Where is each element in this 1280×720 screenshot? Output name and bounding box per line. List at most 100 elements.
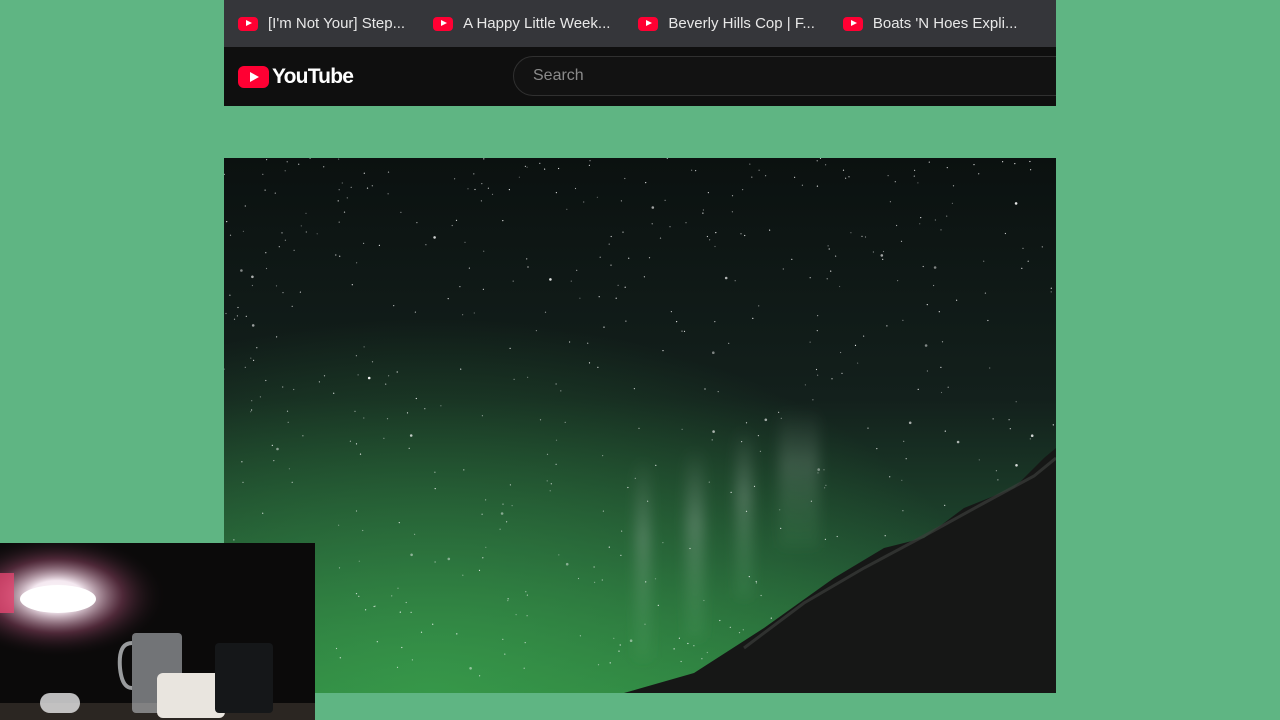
star xyxy=(622,231,624,233)
youtube-logo-text: YouTube xyxy=(272,64,354,88)
star xyxy=(288,468,290,470)
star xyxy=(401,646,403,649)
bookmark-2[interactable]: A Happy Little Week... xyxy=(433,8,638,40)
star xyxy=(244,366,246,368)
star xyxy=(351,284,353,286)
star xyxy=(276,447,279,451)
star xyxy=(839,285,841,288)
star xyxy=(259,396,261,398)
star xyxy=(598,296,600,298)
star xyxy=(549,278,552,281)
youtube-favicon-icon xyxy=(842,16,863,31)
star xyxy=(782,268,784,270)
star xyxy=(624,286,626,288)
star xyxy=(831,378,833,380)
star xyxy=(825,484,827,486)
star xyxy=(928,161,930,163)
star xyxy=(527,266,529,268)
star xyxy=(299,291,301,293)
star xyxy=(366,187,369,189)
star xyxy=(917,388,919,390)
bookmark-3[interactable]: Beverly Hills Cop | F... xyxy=(638,8,842,40)
star xyxy=(420,631,423,633)
webcam-overlay xyxy=(0,543,315,720)
star xyxy=(748,576,750,578)
star xyxy=(499,528,501,530)
star xyxy=(924,344,928,347)
star xyxy=(456,633,458,635)
star xyxy=(355,355,357,357)
star xyxy=(742,189,744,191)
star xyxy=(485,546,487,548)
star xyxy=(848,176,850,178)
star xyxy=(956,299,958,301)
star xyxy=(648,257,651,259)
star xyxy=(526,166,528,168)
star xyxy=(527,376,529,378)
star xyxy=(978,173,980,175)
star xyxy=(941,341,944,343)
star xyxy=(628,257,630,259)
star xyxy=(651,206,655,209)
star xyxy=(511,505,513,507)
star xyxy=(354,410,356,412)
star xyxy=(729,626,731,628)
bookmark-4[interactable]: Boats 'N Hoes Expli... xyxy=(842,8,1046,40)
webcam-feed-image xyxy=(0,543,315,720)
star xyxy=(913,175,915,177)
star xyxy=(343,211,346,213)
star xyxy=(933,284,935,287)
star xyxy=(760,594,762,597)
star xyxy=(951,202,954,204)
star xyxy=(617,284,619,286)
star xyxy=(1015,464,1018,467)
star xyxy=(817,374,819,376)
star xyxy=(724,276,728,280)
star xyxy=(613,637,615,639)
star xyxy=(237,306,239,309)
star xyxy=(657,604,659,606)
star xyxy=(702,209,704,211)
star xyxy=(1009,428,1011,430)
star xyxy=(371,361,374,363)
star xyxy=(599,256,601,258)
star xyxy=(673,648,675,650)
star xyxy=(738,632,741,634)
star xyxy=(236,315,238,317)
star xyxy=(711,439,713,441)
star xyxy=(801,184,804,186)
star xyxy=(1014,202,1018,205)
star xyxy=(502,638,504,640)
bookmark-1[interactable]: [I'm Not Your] Step... xyxy=(238,8,433,40)
star xyxy=(560,390,562,392)
star xyxy=(253,359,255,361)
star xyxy=(884,535,886,537)
star xyxy=(922,265,924,268)
star xyxy=(857,362,859,364)
star xyxy=(894,181,896,183)
star xyxy=(346,197,348,199)
star xyxy=(387,193,389,195)
star xyxy=(917,182,919,184)
star xyxy=(757,435,760,437)
star xyxy=(842,169,845,171)
bookmark-label: [I'm Not Your] Step... xyxy=(268,15,406,32)
star xyxy=(349,440,351,442)
star xyxy=(651,223,653,225)
star xyxy=(583,201,585,203)
star xyxy=(794,176,796,178)
star xyxy=(284,170,286,172)
video-player[interactable] xyxy=(224,158,1056,693)
star xyxy=(409,434,413,437)
star xyxy=(845,177,847,179)
star xyxy=(634,477,636,479)
star xyxy=(544,311,547,313)
star xyxy=(335,254,337,256)
search-input[interactable] xyxy=(531,66,935,86)
star xyxy=(405,601,407,604)
star xyxy=(597,664,600,666)
star xyxy=(681,428,683,430)
star xyxy=(233,539,235,541)
youtube-logo[interactable]: YouTube xyxy=(238,64,354,89)
star xyxy=(357,374,359,376)
